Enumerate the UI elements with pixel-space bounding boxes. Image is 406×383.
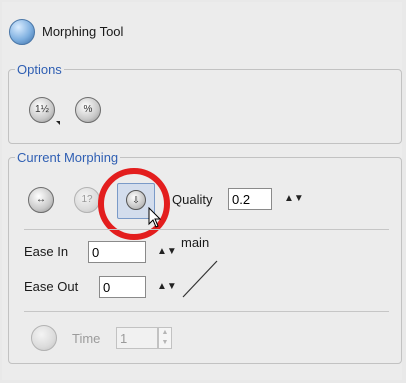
panel-title: Morphing Tool	[42, 24, 124, 39]
separator	[24, 229, 389, 230]
time-stepper-icon: ▲ ▼	[158, 327, 172, 349]
quality-input[interactable]	[228, 188, 272, 210]
options-group: Options	[8, 62, 402, 144]
morphing-tool-icon	[9, 19, 35, 45]
time-label: Time	[72, 331, 101, 346]
ease-out-input[interactable]	[99, 276, 146, 298]
separator	[24, 311, 389, 312]
dropdown-indicator-icon	[56, 121, 60, 125]
ease-out-stepper-icon[interactable]: ▲▼	[157, 281, 177, 292]
morph-arrows-icon[interactable]: ↔	[28, 187, 54, 213]
morph-palette-icon[interactable]: %	[75, 97, 101, 123]
ease-in-label: Ease In	[24, 244, 69, 259]
quality-stepper-icon[interactable]: ▲▼	[284, 193, 304, 204]
curve-label: main	[181, 235, 210, 250]
numbered-morph-icon[interactable]: 1½	[29, 97, 55, 123]
insert-frame-icon: ⇩	[126, 190, 146, 210]
ease-curve-graph[interactable]	[180, 258, 220, 300]
quality-label: Quality	[172, 192, 213, 207]
ease-in-input[interactable]	[88, 241, 146, 263]
options-legend: Options	[17, 62, 62, 77]
time-icon	[31, 325, 57, 351]
mouse-cursor-icon	[148, 207, 162, 228]
ease-in-stepper-icon[interactable]: ▲▼	[157, 246, 177, 257]
current-morphing-legend: Current Morphing	[17, 150, 119, 165]
ease-out-label: Ease Out	[24, 279, 79, 294]
morph-hint-icon[interactable]: 1?	[74, 187, 100, 213]
time-input	[116, 327, 158, 349]
